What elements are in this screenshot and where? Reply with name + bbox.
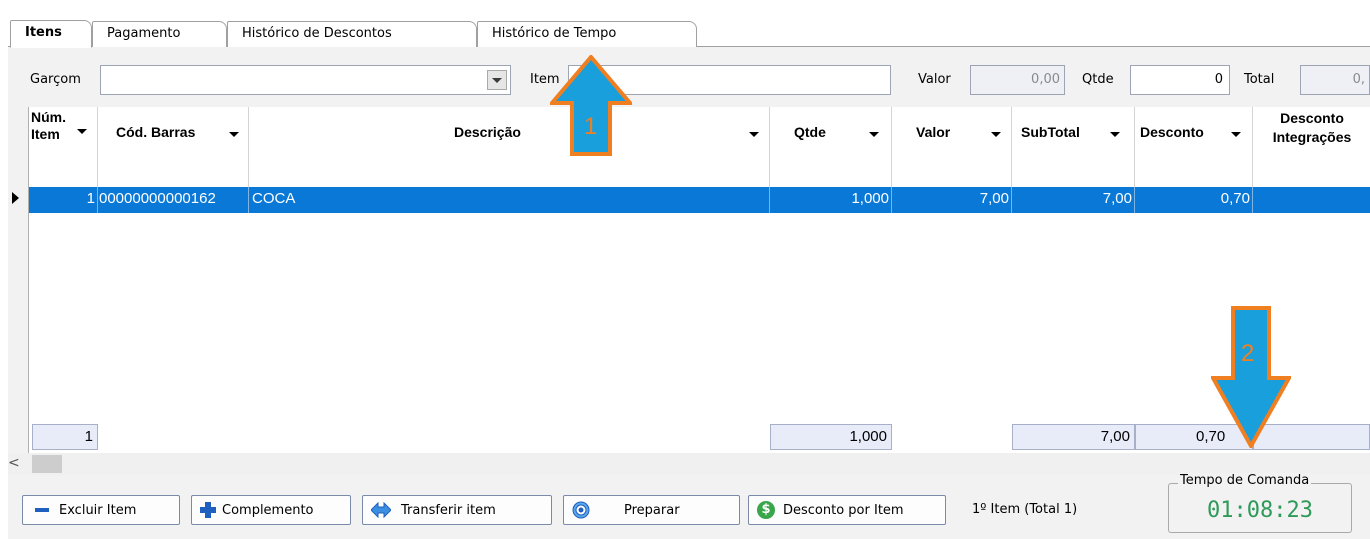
tab-historico-tempo[interactable]: Histórico de Tempo [477, 21, 697, 47]
chevron-down-icon [869, 132, 879, 137]
col-header-num-item[interactable]: Núm. Item [29, 107, 98, 187]
dollar-icon: $ [757, 501, 775, 519]
annotation-1-label: 1 [584, 113, 598, 140]
tab-strip: Itens Pagamento Histórico de Descontos H… [8, 10, 1370, 50]
qtde-input[interactable]: 0 [1130, 65, 1230, 95]
chevron-down-icon [1231, 132, 1241, 137]
total-label: Total [1244, 72, 1275, 87]
tempo-comanda-value: 01:08:23 [1207, 498, 1313, 523]
total-qtde: 1,000 [770, 424, 892, 450]
annotation-arrow-up-icon: 1 [547, 53, 635, 157]
transferir-item-label: Transferir item [401, 502, 496, 518]
chevron-down-icon [1110, 132, 1120, 137]
horizontal-scrollbar[interactable]: < [8, 453, 1370, 475]
preparar-button[interactable]: Preparar [563, 495, 740, 525]
col-header-desconto[interactable]: Desconto [1135, 107, 1253, 187]
transfer-arrows-icon [371, 502, 391, 518]
item-count-status: 1º Item (Total 1) [972, 502, 1078, 517]
chevron-down-icon [991, 132, 1001, 137]
total-num-item: 1 [32, 424, 98, 450]
minus-icon [35, 508, 49, 512]
desconto-por-item-label: Desconto por Item [783, 502, 904, 518]
preparar-label: Preparar [624, 502, 680, 518]
scroll-left-arrow-icon[interactable]: < [8, 455, 26, 471]
cell-desconto: 0,70 [1135, 187, 1253, 213]
plus-icon [200, 502, 216, 518]
col-header-valor[interactable]: Valor [892, 107, 1012, 187]
items-grid[interactable]: Núm. Item Cód. Barras Descrição Qtde Val… [28, 107, 1370, 453]
garcom-dropdown-button[interactable] [487, 70, 507, 90]
col-header-desconto-integracoes[interactable]: Desconto Integrações [1253, 107, 1370, 187]
chevron-down-icon [229, 132, 239, 137]
chevron-down-icon [749, 132, 759, 137]
chevron-down-icon [492, 78, 502, 83]
valor-label: Valor [918, 72, 951, 87]
total-field: 0, [1300, 65, 1370, 95]
total-subtotal: 7,00 [1012, 424, 1135, 450]
garcom-combobox[interactable] [100, 65, 511, 95]
cell-cod-barras: 00000000000162 [98, 187, 249, 213]
scrollbar-thumb[interactable] [32, 455, 62, 473]
qtde-label: Qtde [1082, 72, 1114, 87]
transferir-item-button[interactable]: Transferir item [362, 495, 552, 525]
tab-pagamento[interactable]: Pagamento [92, 21, 227, 47]
excluir-item-button[interactable]: Excluir Item [22, 495, 180, 525]
valor-field: 0,00 [970, 65, 1065, 95]
row-pointer-icon [12, 192, 19, 204]
cell-subtotal: 7,00 [1012, 187, 1135, 213]
desconto-por-item-button[interactable]: $ Desconto por Item [748, 495, 946, 525]
col-header-qtde[interactable]: Qtde [770, 107, 892, 187]
tempo-comanda-title: Tempo de Comanda [1178, 473, 1312, 488]
tab-historico-descontos[interactable]: Histórico de Descontos [227, 21, 477, 47]
cell-valor: 7,00 [892, 187, 1012, 213]
complemento-label: Complemento [222, 502, 314, 518]
table-row[interactable]: 1 00000000000162 COCA 1,000 7,00 7,00 0,… [29, 187, 1370, 213]
annotation-2-label: 2 [1241, 340, 1255, 367]
target-icon [572, 501, 590, 519]
col-header-descricao[interactable]: Descrição [249, 107, 770, 187]
chevron-down-icon [77, 129, 87, 134]
cell-qtde: 1,000 [770, 187, 892, 213]
col-header-subtotal[interactable]: SubTotal [1012, 107, 1135, 187]
garcom-label: Garçom [30, 72, 81, 87]
cell-desconto-integracoes [1253, 187, 1370, 213]
cell-descricao: COCA [249, 187, 770, 213]
tab-itens[interactable]: Itens [10, 20, 92, 48]
excluir-item-label: Excluir Item [59, 502, 137, 518]
complemento-button[interactable]: Complemento [191, 495, 351, 525]
col-header-cod-barras[interactable]: Cód. Barras [98, 107, 249, 187]
cell-num-item: 1 [29, 187, 98, 213]
annotation-arrow-down-icon: 2 [1209, 306, 1293, 451]
